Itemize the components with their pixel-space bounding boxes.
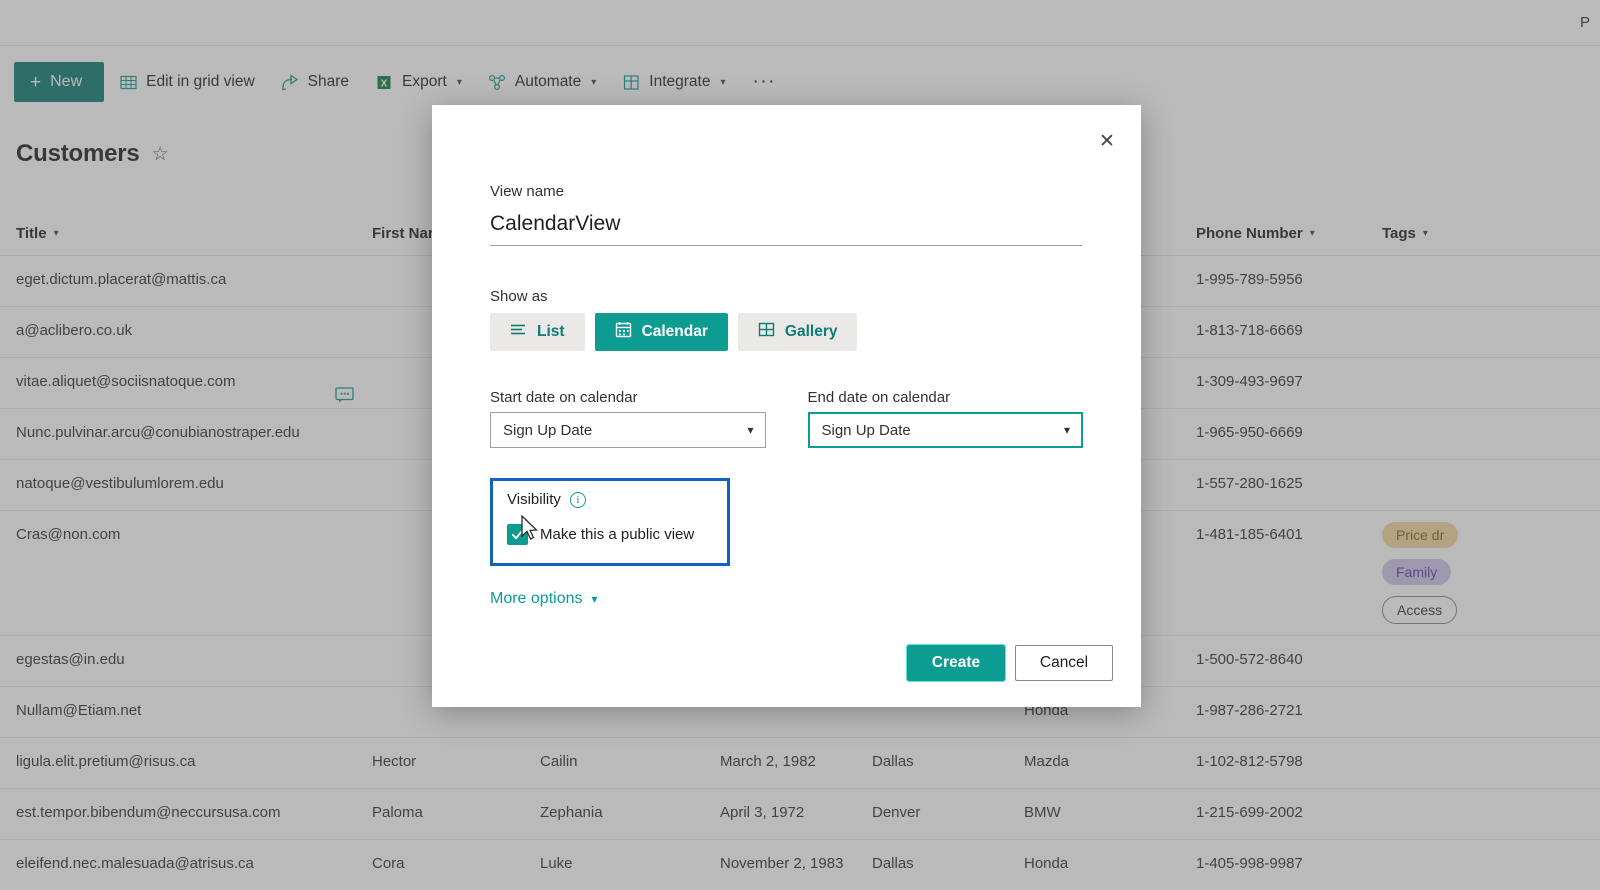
visibility-label: Visibility [507,491,561,508]
end-date-dropdown[interactable]: Sign Up Date ▾ [807,412,1083,448]
dialog-body: View name Show as List Calendar [432,105,1141,608]
create-button[interactable]: Create [906,644,1006,682]
public-view-checkbox-row[interactable]: Make this a public view [507,524,713,545]
list-icon [510,323,527,341]
start-date-field: Start date on calendar Sign Up Date ▾ [490,389,766,448]
check-icon [511,529,524,540]
show-as-list-label: List [537,323,565,340]
screen: P + New Edit in grid view Share X Export… [0,0,1600,890]
chevron-down-icon: ▾ [747,423,754,437]
visibility-section: Visibility i Make this a public view [490,478,730,566]
view-name-input[interactable] [490,206,1082,246]
show-as-label: Show as [490,288,548,305]
gallery-icon [758,321,775,343]
show-as-list-button[interactable]: List [490,313,585,351]
show-as-gallery-button[interactable]: Gallery [737,313,858,351]
show-as-calendar-label: Calendar [641,323,708,340]
public-view-checkbox[interactable] [507,524,528,545]
more-options-label: More options [490,590,583,607]
end-date-field: End date on calendar Sign Up Date ▾ [807,389,1083,448]
public-view-checkbox-label: Make this a public view [540,526,695,543]
calendar-date-fields: Start date on calendar Sign Up Date ▾ En… [490,389,1083,448]
view-name-label: View name [490,183,564,200]
visibility-header: Visibility i [507,491,713,508]
chevron-down-icon: ▾ [591,592,598,606]
create-view-dialog: ✕ View name Show as List Calendar [432,105,1141,707]
show-as-toggle-group: List Calendar Gallery [490,313,1083,351]
start-date-label: Start date on calendar [490,389,638,406]
cancel-button[interactable]: Cancel [1015,645,1113,681]
show-as-gallery-label: Gallery [784,323,838,340]
start-date-value: Sign Up Date [503,421,593,439]
calendar-icon [615,321,632,343]
show-as-calendar-button[interactable]: Calendar [594,313,728,351]
more-options-button[interactable]: More options ▾ [490,590,598,608]
info-icon[interactable]: i [569,491,586,508]
chevron-down-icon: ▾ [1063,423,1070,437]
close-icon[interactable]: ✕ [1085,119,1129,163]
dialog-footer: Create Cancel [906,644,1113,682]
end-date-value: Sign Up Date [821,421,911,439]
start-date-dropdown[interactable]: Sign Up Date ▾ [490,412,766,448]
end-date-label: End date on calendar [807,389,951,406]
